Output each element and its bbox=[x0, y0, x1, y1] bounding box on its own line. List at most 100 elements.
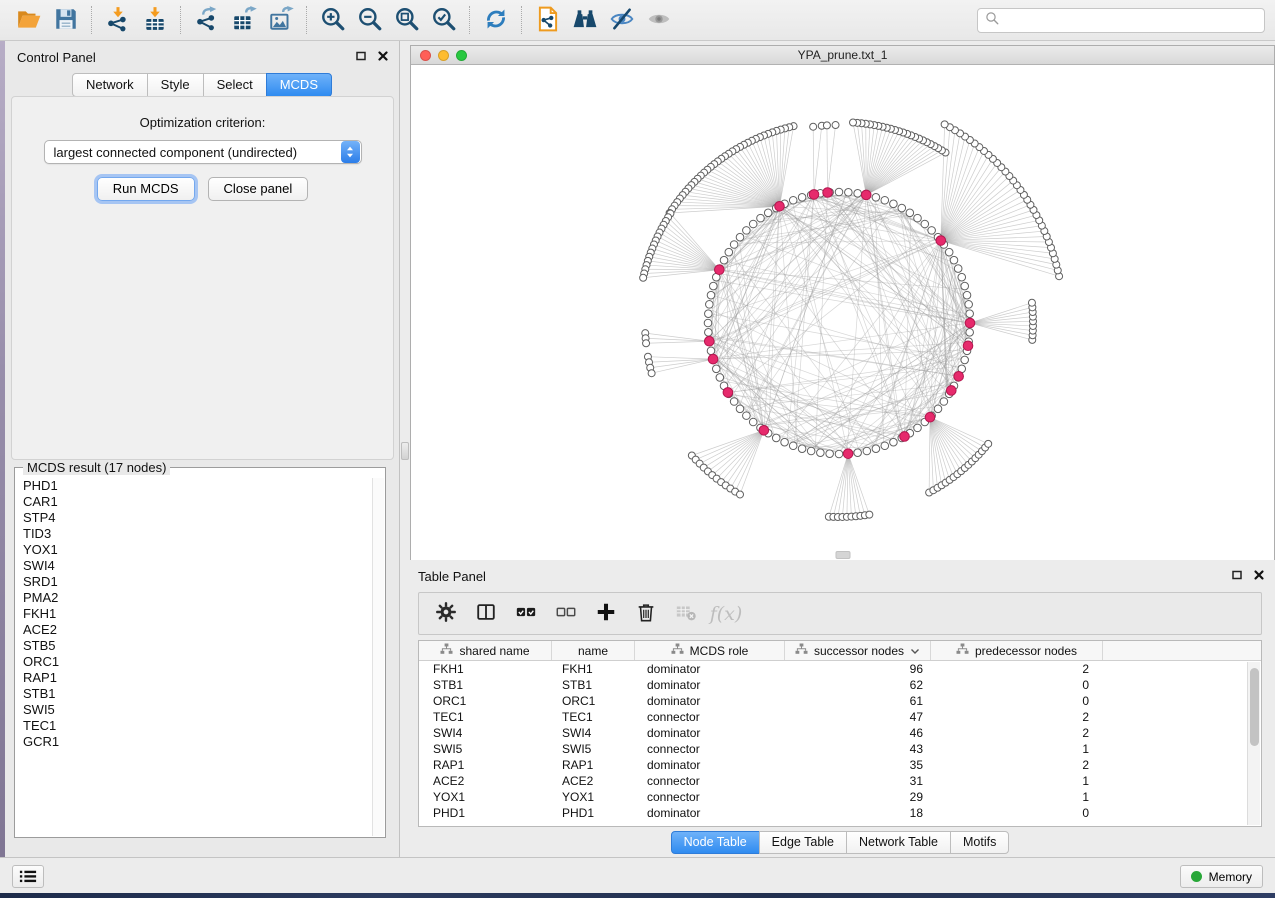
table-row[interactable]: STB1STB1dominator620 bbox=[419, 677, 1261, 693]
close-mcds-panel-button[interactable]: Close panel bbox=[208, 177, 309, 201]
table-cell[interactable]: connector bbox=[635, 774, 785, 788]
mcds-result-item[interactable]: YOX1 bbox=[23, 542, 369, 558]
table-cell[interactable]: 62 bbox=[785, 678, 931, 692]
table-cell[interactable]: SWI4 bbox=[552, 726, 635, 740]
hide-selected-button[interactable] bbox=[603, 3, 640, 37]
splitter-handle[interactable] bbox=[401, 442, 409, 460]
table-cell[interactable]: 1 bbox=[931, 774, 1103, 788]
table-cell[interactable]: ORC1 bbox=[552, 694, 635, 708]
table-cell[interactable]: dominator bbox=[635, 662, 785, 676]
table-cell[interactable]: FKH1 bbox=[419, 662, 552, 676]
mcds-result-item[interactable]: ACE2 bbox=[23, 622, 369, 638]
table-cell[interactable]: dominator bbox=[635, 758, 785, 772]
table-cell[interactable]: 0 bbox=[931, 694, 1103, 708]
table-row[interactable]: ACE2ACE2connector311 bbox=[419, 773, 1261, 789]
function-builder-button[interactable]: f(x) bbox=[714, 602, 738, 626]
table-cell[interactable]: dominator bbox=[635, 694, 785, 708]
table-cell[interactable]: 1 bbox=[931, 790, 1103, 804]
table-cell[interactable]: 0 bbox=[931, 678, 1103, 692]
mcds-result-item[interactable]: STB5 bbox=[23, 638, 369, 654]
column-header-successor-nodes[interactable]: successor nodes bbox=[785, 641, 931, 660]
table-cell[interactable]: RAP1 bbox=[419, 758, 552, 772]
column-header-shared-name[interactable]: shared name bbox=[419, 641, 552, 660]
table-cell[interactable]: 29 bbox=[785, 790, 931, 804]
table-cell[interactable]: TEC1 bbox=[552, 710, 635, 724]
table-scrollbar[interactable] bbox=[1247, 662, 1260, 825]
table-cell[interactable]: 46 bbox=[785, 726, 931, 740]
tab-motifs[interactable]: Motifs bbox=[950, 831, 1009, 854]
zoom-out-button[interactable] bbox=[351, 3, 388, 37]
select-all-button[interactable] bbox=[514, 602, 538, 626]
table-mode-button[interactable] bbox=[434, 602, 458, 626]
new-network-from-selection-button[interactable] bbox=[529, 3, 566, 37]
delete-column-button[interactable] bbox=[634, 602, 658, 626]
mcds-result-item[interactable]: PMA2 bbox=[23, 590, 369, 606]
mcds-result-list[interactable]: PHD1CAR1STP4TID3YOX1SWI4SRD1PMA2FKH1ACE2… bbox=[23, 478, 369, 835]
show-hide-columns-button[interactable] bbox=[474, 602, 498, 626]
column-header-predecessor-nodes[interactable]: predecessor nodes bbox=[931, 641, 1103, 660]
table-cell[interactable]: 2 bbox=[931, 662, 1103, 676]
search-input[interactable] bbox=[1000, 9, 1264, 32]
float-panel-button[interactable] bbox=[354, 49, 367, 62]
mcds-result-item[interactable]: ORC1 bbox=[23, 654, 369, 670]
table-cell[interactable]: dominator bbox=[635, 806, 785, 820]
tab-node-table[interactable]: Node Table bbox=[671, 831, 760, 854]
mcds-result-item[interactable]: GCR1 bbox=[23, 734, 369, 750]
table-cell[interactable]: 2 bbox=[931, 758, 1103, 772]
zoom-fit-button[interactable] bbox=[388, 3, 425, 37]
table-cell[interactable]: SWI5 bbox=[552, 742, 635, 756]
memory-button[interactable]: Memory bbox=[1180, 865, 1263, 888]
run-mcds-button[interactable]: Run MCDS bbox=[97, 177, 195, 201]
table-cell[interactable]: ACE2 bbox=[419, 774, 552, 788]
mcds-result-scrollbar[interactable] bbox=[372, 478, 384, 836]
apply-layout-button[interactable] bbox=[477, 3, 514, 37]
table-row[interactable]: TEC1TEC1connector472 bbox=[419, 709, 1261, 725]
export-table-button[interactable] bbox=[225, 3, 262, 37]
network-graph[interactable] bbox=[411, 65, 1274, 559]
mcds-result-item[interactable]: FKH1 bbox=[23, 606, 369, 622]
add-column-button[interactable] bbox=[594, 602, 618, 626]
table-cell[interactable]: 96 bbox=[785, 662, 931, 676]
mcds-result-item[interactable]: SWI5 bbox=[23, 702, 369, 718]
column-header-MCDS-role[interactable]: MCDS role bbox=[635, 641, 785, 660]
table-cell[interactable]: ORC1 bbox=[419, 694, 552, 708]
search-box[interactable] bbox=[977, 8, 1265, 33]
table-cell[interactable]: ACE2 bbox=[552, 774, 635, 788]
tab-style[interactable]: Style bbox=[147, 73, 204, 97]
table-cell[interactable]: FKH1 bbox=[552, 662, 635, 676]
table-cell[interactable]: 18 bbox=[785, 806, 931, 820]
table-cell[interactable]: 2 bbox=[931, 726, 1103, 740]
table-cell[interactable]: 1 bbox=[931, 742, 1103, 756]
tab-network-table[interactable]: Network Table bbox=[846, 831, 951, 854]
table-cell[interactable]: SWI5 bbox=[419, 742, 552, 756]
close-table-panel-button[interactable] bbox=[1252, 568, 1265, 581]
table-row[interactable]: SWI5SWI5connector431 bbox=[419, 741, 1261, 757]
table-row[interactable]: YOX1YOX1connector291 bbox=[419, 789, 1261, 805]
mcds-result-item[interactable]: TEC1 bbox=[23, 718, 369, 734]
table-cell[interactable]: 35 bbox=[785, 758, 931, 772]
mcds-result-item[interactable]: STB1 bbox=[23, 686, 369, 702]
mcds-result-item[interactable]: RAP1 bbox=[23, 670, 369, 686]
table-cell[interactable]: PHD1 bbox=[552, 806, 635, 820]
mcds-result-item[interactable]: PHD1 bbox=[23, 478, 369, 494]
save-session-button[interactable] bbox=[47, 3, 84, 37]
show-all-button[interactable] bbox=[640, 3, 677, 37]
table-row[interactable]: ORC1ORC1dominator610 bbox=[419, 693, 1261, 709]
table-row[interactable]: RAP1RAP1dominator352 bbox=[419, 757, 1261, 773]
table-cell[interactable]: SWI4 bbox=[419, 726, 552, 740]
optimization-criterion-select[interactable]: largest connected component (undirected) bbox=[44, 140, 362, 164]
import-network-button[interactable] bbox=[99, 3, 136, 37]
open-session-button[interactable] bbox=[10, 3, 47, 37]
table-cell[interactable]: dominator bbox=[635, 726, 785, 740]
table-cell[interactable]: 0 bbox=[931, 806, 1103, 820]
table-cell[interactable]: YOX1 bbox=[419, 790, 552, 804]
panel-menu-button[interactable] bbox=[12, 865, 44, 888]
tab-select[interactable]: Select bbox=[203, 73, 267, 97]
mcds-result-item[interactable]: STP4 bbox=[23, 510, 369, 526]
close-window-button[interactable] bbox=[420, 50, 431, 61]
import-table-button[interactable] bbox=[136, 3, 173, 37]
table-cell[interactable]: PHD1 bbox=[419, 806, 552, 820]
table-cell[interactable]: dominator bbox=[635, 678, 785, 692]
float-table-panel-button[interactable] bbox=[1230, 568, 1243, 581]
export-network-button[interactable] bbox=[188, 3, 225, 37]
